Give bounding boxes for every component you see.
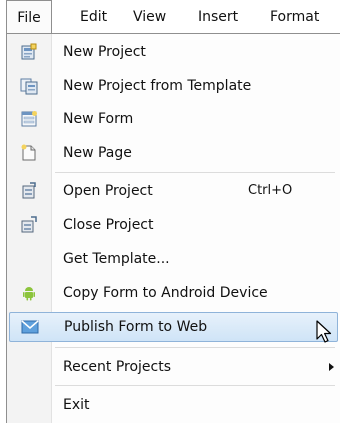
template-icon bbox=[20, 77, 38, 95]
menu-item-label: Open Project bbox=[63, 183, 153, 199]
publish-web-icon bbox=[21, 318, 39, 336]
menu-item-label: Exit bbox=[63, 397, 90, 413]
menu-item-new-project[interactable]: New Project bbox=[7, 37, 340, 67]
shortcut-open-project: Ctrl+O bbox=[248, 183, 293, 198]
submenu-arrow-icon bbox=[329, 363, 334, 371]
mouse-pointer-icon bbox=[315, 319, 337, 345]
menu-separator bbox=[55, 347, 335, 348]
menu-item-label: New Page bbox=[63, 145, 132, 161]
menu-item-exit[interactable]: Exit bbox=[7, 390, 340, 420]
menu-file[interactable]: File bbox=[6, 0, 52, 34]
open-project-icon bbox=[20, 182, 38, 200]
menu-item-close-project[interactable]: Close Project bbox=[7, 210, 340, 240]
menu-separator bbox=[55, 385, 335, 386]
menu-item-new-project-from-template[interactable]: New Project from Template bbox=[7, 71, 340, 101]
android-icon bbox=[20, 284, 38, 302]
menu-item-label: New Project from Template bbox=[63, 78, 252, 94]
new-project-icon bbox=[20, 43, 38, 61]
menu-format[interactable]: Format bbox=[270, 0, 319, 34]
menu-item-get-template[interactable]: Get Template... bbox=[7, 244, 340, 274]
menu-item-new-form[interactable]: New Form bbox=[7, 104, 340, 134]
menu-item-recent-projects[interactable]: Recent Projects bbox=[7, 352, 340, 382]
menu-edit[interactable]: Edit bbox=[80, 0, 107, 34]
menu-insert[interactable]: Insert bbox=[198, 0, 238, 34]
menu-item-label: Recent Projects bbox=[63, 359, 172, 375]
close-project-icon bbox=[20, 216, 38, 234]
menu-item-label: Close Project bbox=[63, 217, 154, 233]
menu-item-label: Copy Form to Android Device bbox=[63, 285, 268, 301]
menu-item-copy-form-to-android[interactable]: Copy Form to Android Device bbox=[7, 278, 340, 308]
new-form-icon bbox=[20, 110, 38, 128]
new-page-icon bbox=[20, 144, 38, 162]
menu-item-label: New Project bbox=[63, 44, 146, 60]
menu-item-new-page[interactable]: New Page bbox=[7, 138, 340, 168]
menu-item-label: New Form bbox=[63, 111, 134, 127]
menu-bar: File Edit View Insert Format bbox=[0, 0, 340, 34]
menu-separator bbox=[55, 172, 335, 173]
menu-item-publish-form-to-web[interactable]: Publish Form to Web bbox=[9, 312, 338, 342]
menu-item-open-project[interactable]: Open Project Ctrl+O bbox=[7, 176, 340, 206]
menu-item-label: Publish Form to Web bbox=[64, 319, 208, 335]
menu-view[interactable]: View bbox=[133, 0, 166, 34]
menu-item-label: Get Template... bbox=[63, 251, 170, 267]
file-menu-dropdown: New Project New Project from Template Ne… bbox=[6, 33, 340, 423]
